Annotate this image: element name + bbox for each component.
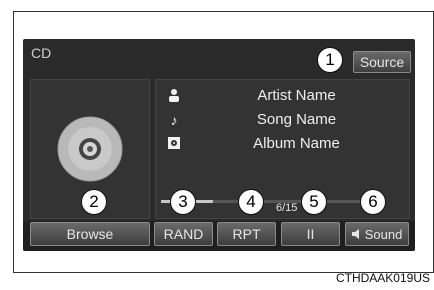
screen-title: CD: [31, 45, 52, 61]
cd-disc-icon: [57, 116, 123, 182]
album-row: Album Name: [156, 134, 409, 156]
figure-caption: CTHDAAK019US: [335, 271, 430, 285]
sound-label: Sound: [364, 226, 403, 242]
callout-5: 5: [301, 189, 327, 215]
music-note-icon: ♪: [170, 112, 178, 128]
callout-6: 6: [360, 189, 386, 215]
album-name: Album Name: [253, 135, 340, 152]
browse-button[interactable]: Browse: [30, 222, 150, 246]
speaker-icon: [351, 227, 362, 242]
callout-1: 1: [317, 47, 343, 73]
person-icon: [166, 88, 182, 104]
song-row: ♪ Song Name: [156, 110, 409, 132]
track-number: 6/15: [276, 202, 298, 214]
random-button[interactable]: RAND: [154, 222, 213, 246]
artist-name: Artist Name: [257, 87, 336, 104]
artist-row: Artist Name: [156, 86, 409, 108]
repeat-button[interactable]: RPT: [217, 222, 276, 246]
cd-screen: CD Source Artist Name ♪ Song Name Album …: [23, 39, 415, 251]
pause-button[interactable]: II: [281, 222, 340, 246]
callout-3: 3: [170, 189, 196, 215]
song-name: Song Name: [256, 111, 337, 128]
callout-2: 2: [81, 189, 107, 215]
source-button[interactable]: Source: [353, 51, 411, 73]
album-icon: [166, 136, 182, 152]
sound-button[interactable]: Sound: [345, 222, 409, 246]
callout-4: 4: [238, 189, 264, 215]
